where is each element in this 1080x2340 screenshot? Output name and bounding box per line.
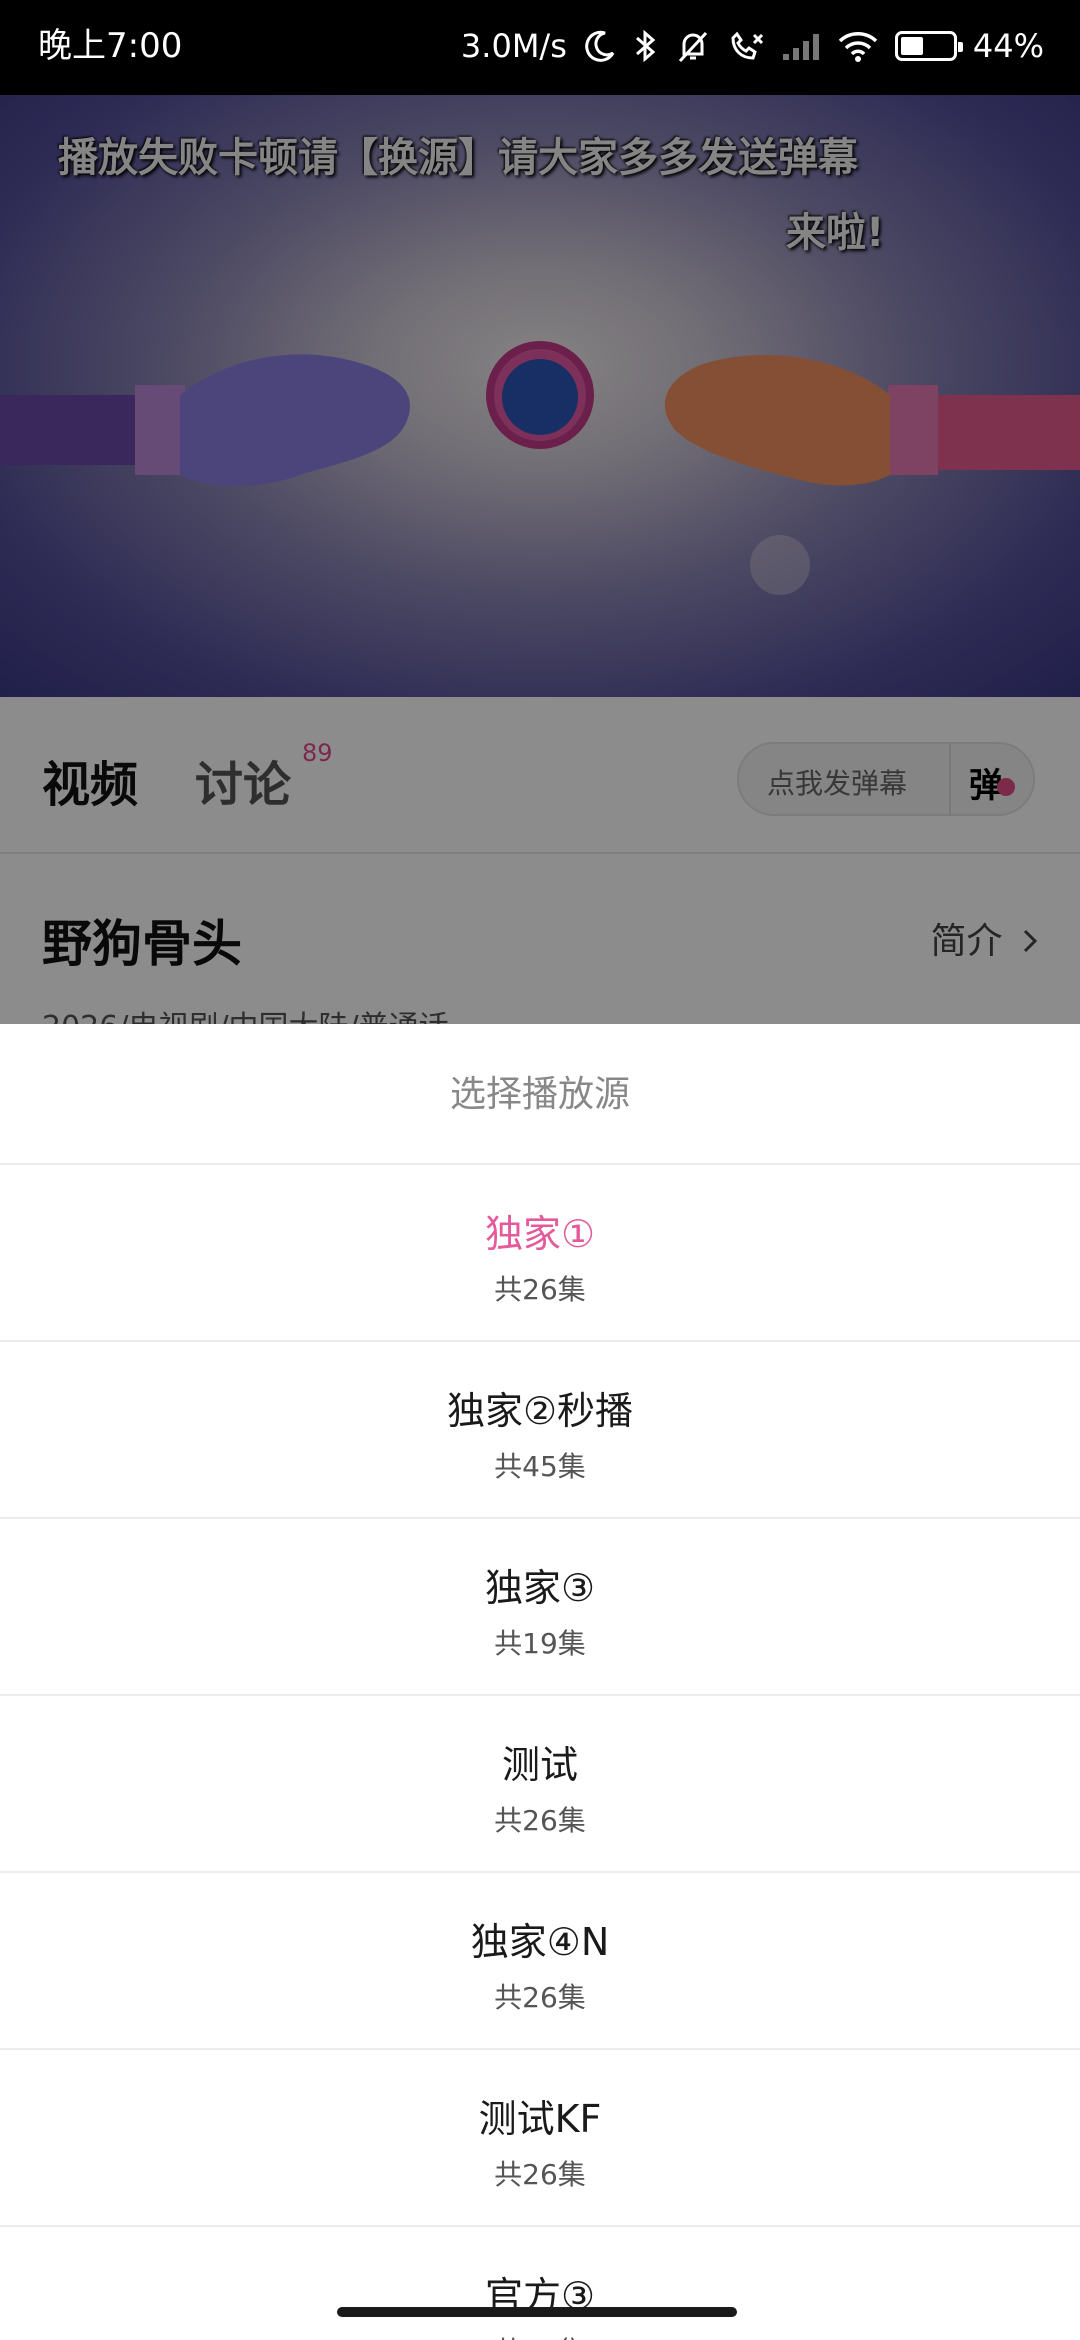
source-item[interactable]: 独家③ 共19集 [0,1519,1080,1696]
moon-icon [585,30,615,62]
call-icon [731,31,763,60]
network-speed: 3.0M/s [460,27,567,65]
source-name: 独家① [484,1212,596,1256]
status-icons: 3.0M/s 44% [461,22,1044,70]
bluetooth-icon [635,29,656,63]
wifi-icon [838,32,878,62]
source-item[interactable]: 独家① 共26集 [0,1165,1080,1342]
battery-icon [894,31,963,61]
home-indicator[interactable] [337,2307,737,2317]
source-item[interactable]: 独家②秒播 共45集 [0,1342,1080,1519]
source-picker-sheet: 选择播放源 独家① 共26集 独家②秒播 共45集 独家③ 共19集 测试 共2… [0,1024,1080,2340]
battery-level [900,37,923,55]
source-name: 独家④N [470,1920,610,1964]
status-time: 晚上7:00 [38,26,183,66]
battery-percent: 44% [972,27,1044,65]
source-episode-count: 共26集 [494,1273,586,1306]
source-item[interactable]: 官方③ 共15集 [0,2227,1080,2340]
sheet-title: 选择播放源 [0,1024,1080,1165]
source-episode-count: 共26集 [494,2158,586,2191]
source-name: 测试KF [478,2097,602,2141]
source-name: 独家②秒播 [446,1389,634,1433]
source-episode-count: 共26集 [494,1804,586,1837]
mute-bell-icon [678,31,707,63]
source-episode-count: 共15集 [0,2330,1080,2340]
source-item[interactable]: 测试KF 共26集 [0,2050,1080,2227]
source-item[interactable]: 测试 共26集 [0,1696,1080,1873]
source-episode-count: 共45集 [494,1450,586,1483]
source-episode-count: 共19集 [494,1627,586,1660]
source-item[interactable]: 独家④N 共26集 [0,1873,1080,2050]
source-name: 测试 [501,1743,578,1787]
status-bar: 晚上7:00 3.0M/s 44% [0,0,1080,95]
signal-icon [782,34,819,60]
modal-backdrop[interactable] [0,95,1080,1024]
source-name: 独家③ [484,1566,596,1610]
source-episode-count: 共26集 [494,1981,586,2014]
